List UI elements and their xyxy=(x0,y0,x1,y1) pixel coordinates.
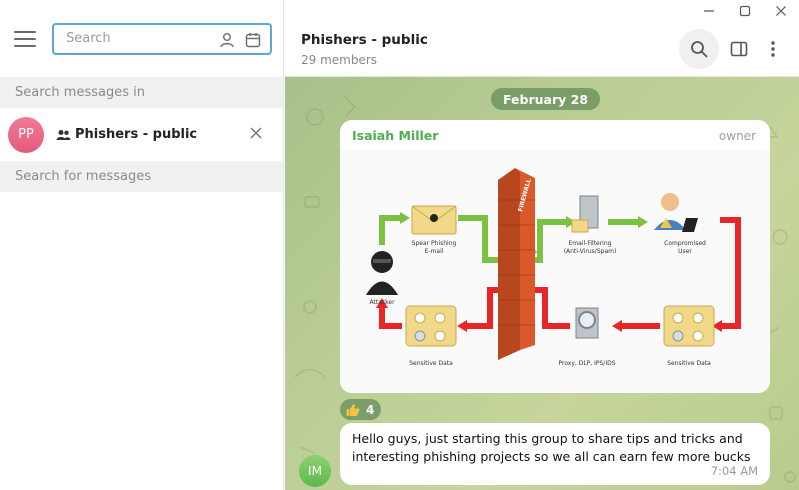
date-separator: February 28 xyxy=(491,88,601,110)
search-button[interactable] xyxy=(679,29,719,69)
search-for-label: Search for messages xyxy=(0,161,283,192)
left-top-bar xyxy=(0,0,283,77)
search-scope-chat[interactable]: PP Phishers - public xyxy=(0,108,283,161)
group-icon xyxy=(56,129,71,140)
sidebar-icon xyxy=(730,41,748,57)
thumbs-up-icon xyxy=(346,403,360,416)
search-box[interactable] xyxy=(52,22,272,55)
label-filter-2: (Anti-Virus/Spam) xyxy=(564,248,617,255)
remove-scope-icon[interactable] xyxy=(249,126,263,140)
label-spear-1: Spear Phishing xyxy=(412,240,457,247)
label-sensitive-left: Sensitive Data xyxy=(409,360,453,367)
chat-title: Phishers - public xyxy=(301,32,428,48)
sender-name[interactable]: Isaiah Miller xyxy=(352,128,438,143)
left-panel: Search messages in PP Phishers - public … xyxy=(0,0,284,490)
member-count: 29 members xyxy=(301,53,378,67)
label-sensitive-right: Sensitive Data xyxy=(667,360,711,367)
more-button[interactable] xyxy=(753,29,793,69)
avatar: PP xyxy=(8,116,44,153)
chat-background: February 28 Isaiah Miller owner FIREWALL… xyxy=(285,77,799,490)
chat-name-wrap: Phishers - public xyxy=(56,127,197,142)
label-proxy: Proxy, DLP, IPS/IDS xyxy=(558,360,615,367)
message-text-line-2: interesting phishing projects so we all … xyxy=(352,449,751,464)
more-vertical-icon xyxy=(771,41,775,57)
calendar-icon[interactable] xyxy=(244,31,262,49)
label-attacker: Attacker xyxy=(369,299,395,306)
text-message[interactable]: Hello guys, just starting this group to … xyxy=(340,423,770,485)
message-text-line-1: Hello guys, just starting this group to … xyxy=(352,431,743,446)
user-filter-icon[interactable] xyxy=(218,31,236,49)
label-filter-1: Email-Filtering xyxy=(569,240,612,247)
label-spear-2: E-mail xyxy=(425,248,444,255)
diagram-svg: FIREWALL Attacker Spear Phishing E-mail … xyxy=(366,168,741,367)
chat-header[interactable]: Phishers - public 29 members xyxy=(285,22,799,77)
search-icon xyxy=(691,41,708,58)
reaction-count: 4 xyxy=(366,402,375,417)
search-in-label: Search messages in xyxy=(0,77,283,108)
image-message[interactable]: Isaiah Miller owner FIREWALL Attacker Sp… xyxy=(340,120,770,393)
menu-icon[interactable] xyxy=(14,30,36,47)
label-compromised-2: User xyxy=(678,248,692,255)
sender-avatar[interactable]: IM xyxy=(299,455,331,487)
phishing-diagram-image[interactable]: FIREWALL Attacker Spear Phishing E-mail … xyxy=(340,150,770,393)
search-input[interactable] xyxy=(66,31,216,46)
chat-name: Phishers - public xyxy=(75,127,198,142)
message-time: 7:04 AM xyxy=(710,464,758,478)
label-compromised-1: Compromised xyxy=(664,240,706,247)
owner-badge: owner xyxy=(718,129,756,143)
reaction-badge[interactable]: 4 xyxy=(340,399,382,420)
chat-panel: Phishers - public 29 members February 28… xyxy=(285,0,799,490)
